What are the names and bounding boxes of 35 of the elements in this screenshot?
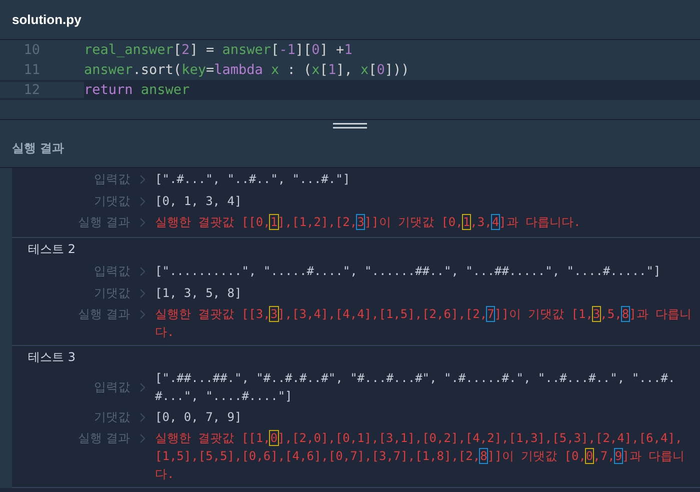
chevron-right-icon [140,218,145,226]
panel-title: 실행 결과 [12,140,64,156]
row-label: 입력값 [93,171,130,188]
chevron-right-icon [140,266,145,276]
row-label: 실행 결과 [77,214,130,231]
row-value: ["..........", ".....#....", "......##..", "...##.....", "....#....."] [155,263,662,280]
chevron-right-icon [140,196,145,206]
row-value: [0, 1, 3, 4] [155,193,243,210]
chevron-right-icon [140,288,145,298]
chevron-right-icon [140,412,145,422]
error-message: 실행한 결괏값 [[1,0],[2,0],[0,1],[3,1],[0,2],[4,2],[1,3],[5,3],[2,4],[6,4],[1,5],[5,5],[0,6],[4,6],[0,7],[3,7],[1,8],[2,8]]이 기댓값 [0,0,7,9]과 다릅니다. [155,430,686,483]
row-label: 기댓값 [93,285,130,302]
chevron-right-icon [140,382,145,392]
code-line: answer.sort(key=lambda x : (x[1], x[0])) [84,62,410,78]
row-label: 실행 결과 [77,430,130,447]
row-value: [0, 0, 7, 9] [155,409,243,426]
row-label: 실행 결과 [77,306,130,323]
chevron-right-icon [140,310,145,318]
error-message: 실행한 결괏값 [[3,3],[3,4],[4,4],[1,5],[2,6],[2,7]]이 기댓값 [1,3,5,8]과 다릅니다. [155,306,693,341]
file-title: solution.py [12,12,82,27]
row-value: [1, 3, 5, 8] [155,285,243,302]
row-value: [".##...##.", "#..#.#..#", "#...#...#", ".#.....#.", "..#...#..", "...#.#...", "....#...."] [155,370,676,405]
row-value: [".#...", "..#..", "...#."] [155,171,352,188]
row-label: 기댓값 [93,193,130,210]
code-line: real_answer[2] = answer[-1][0] +1 [84,42,352,58]
test-title: 테스트 3 [27,349,76,366]
chevron-right-icon [140,174,145,184]
resize-handle-icon[interactable] [333,123,367,129]
code-line: return answer [84,82,190,98]
error-message: 실행한 결괏값 [[0,1],[1,2],[2,3]]이 기댓값 [0,1,3,4]과 다릅니다. [155,214,582,231]
row-label: 기댓값 [93,409,130,426]
row-label: 입력값 [93,263,130,280]
chevron-right-icon [140,434,145,442]
row-label: 입력값 [93,379,130,396]
test-title: 테스트 2 [27,241,76,258]
